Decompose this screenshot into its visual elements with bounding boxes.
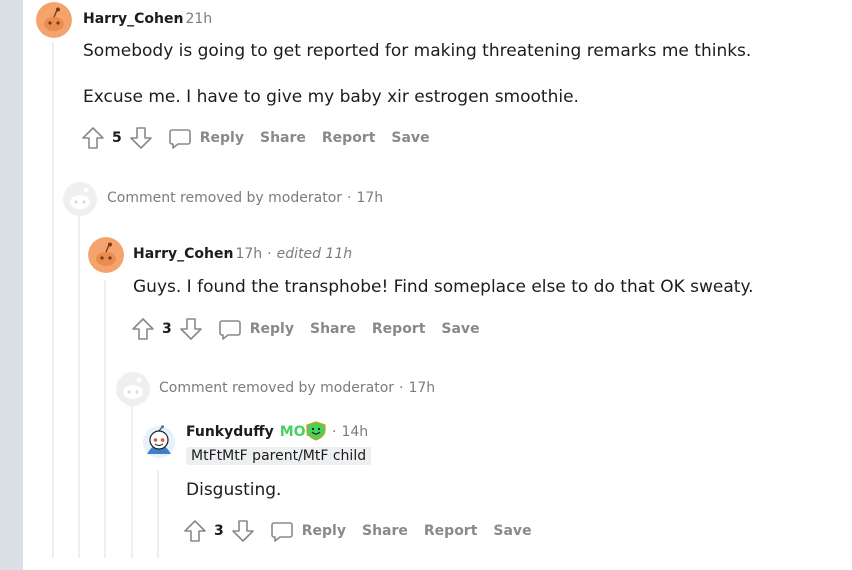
reply-label: Reply	[301, 523, 346, 539]
reply-button[interactable]: Reply	[168, 126, 244, 150]
upvote-arrow-icon[interactable]	[80, 125, 106, 151]
snoo-avatar-icon	[88, 237, 124, 273]
comment-body-paragraph: Excuse me. I have to give my baby xir es…	[83, 87, 579, 107]
speech-bubble-icon	[218, 320, 241, 340]
speech-bubble-icon	[270, 522, 293, 542]
share-button[interactable]: Share	[362, 523, 408, 539]
comment-timestamp[interactable]: 17h	[408, 380, 435, 396]
removed-comment-text: Comment removed by moderator	[107, 190, 343, 206]
user-flair: MtFtMtF parent/MtF child	[186, 447, 372, 465]
comment-timestamp[interactable]: 14h	[341, 424, 368, 440]
comment-body-paragraph: Disgusting.	[186, 480, 282, 500]
downvote-arrow-icon[interactable]	[178, 316, 204, 342]
removed-avatar	[62, 181, 98, 217]
save-button[interactable]: Save	[441, 321, 479, 337]
comment-username[interactable]: Harry_Cohen	[83, 11, 183, 27]
vote-score: 5	[112, 130, 122, 146]
removed-comment-row: Comment removed by moderator · 17h	[107, 190, 384, 206]
removed-comment-row: Comment removed by moderator · 17h	[159, 380, 436, 396]
avatar[interactable]	[141, 424, 177, 460]
downvote-arrow-icon[interactable]	[128, 125, 154, 151]
reply-label: Reply	[249, 321, 294, 337]
reply-button[interactable]: Reply	[218, 317, 294, 341]
avatar[interactable]	[88, 237, 124, 273]
comment-username[interactable]: Funkyduffy	[186, 424, 274, 440]
edited-label: edited 11h	[276, 246, 353, 262]
upvote-arrow-icon[interactable]	[130, 316, 156, 342]
reply-label: Reply	[199, 130, 244, 146]
removed-comment-text: Comment removed by moderator	[159, 380, 395, 396]
comment-body-paragraph: Somebody is going to get reported for ma…	[83, 41, 752, 61]
vote-score: 3	[162, 321, 172, 337]
comment-timestamp[interactable]: 21h	[185, 11, 212, 27]
comment-timestamp[interactable]: 17h	[356, 190, 383, 206]
thread-line[interactable]	[157, 470, 159, 558]
upvote-arrow-icon[interactable]	[182, 518, 208, 544]
comment-timestamp[interactable]: 17h	[235, 246, 262, 262]
comment-actions: 5 Reply Share Report Save	[80, 124, 446, 152]
downvote-arrow-icon[interactable]	[230, 518, 256, 544]
reply-button[interactable]: Reply	[270, 519, 346, 543]
page-gutter	[0, 0, 23, 570]
comment-meta: · 21h	[176, 11, 213, 27]
snoo-avatar-icon	[63, 182, 97, 216]
speech-bubble-icon	[168, 129, 191, 149]
share-button[interactable]: Share	[260, 130, 306, 146]
comment-username[interactable]: Harry_Cohen	[133, 246, 233, 262]
snoo-avatar-icon	[141, 424, 177, 460]
thread-line[interactable]	[104, 280, 106, 558]
mod-shield-icon	[305, 421, 327, 445]
comment-meta: · 14h	[332, 424, 369, 440]
share-button[interactable]: Share	[310, 321, 356, 337]
snoo-avatar-icon	[36, 2, 72, 38]
save-button[interactable]: Save	[391, 130, 429, 146]
avatar[interactable]	[36, 2, 72, 38]
comment-actions: 3 Reply Share Report Save	[182, 517, 548, 545]
snoo-avatar-icon	[116, 372, 150, 406]
thread-line[interactable]	[131, 406, 133, 558]
comment-meta: · 17h · edited 11h	[226, 246, 353, 262]
report-button[interactable]: Report	[322, 130, 376, 146]
comment-username-row: Funkyduffy MOD	[186, 424, 317, 440]
comment-actions: 3 Reply Share Report Save	[130, 315, 496, 343]
thread-line[interactable]	[78, 216, 80, 558]
save-button[interactable]: Save	[493, 523, 531, 539]
comment-body-paragraph: Guys. I found the transphobe! Find somep…	[133, 277, 754, 297]
removed-avatar	[115, 371, 151, 407]
vote-score: 3	[214, 523, 224, 539]
report-button[interactable]: Report	[372, 321, 426, 337]
report-button[interactable]: Report	[424, 523, 478, 539]
thread-line[interactable]	[52, 42, 54, 558]
